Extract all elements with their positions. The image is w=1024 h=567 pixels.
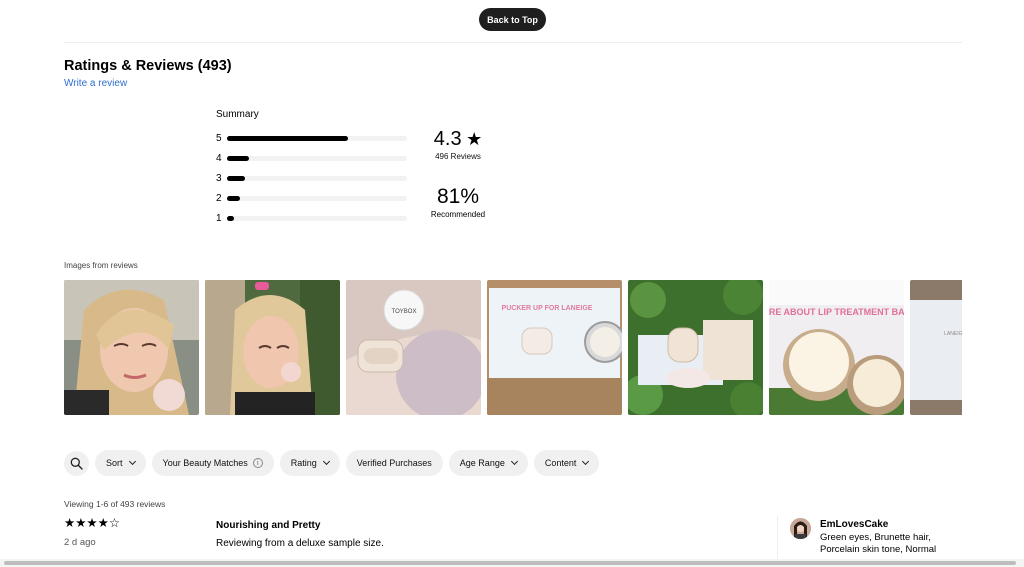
svg-text:LANEIGE: LANEIGE bbox=[944, 331, 962, 337]
recommended-block: 81% Recommended bbox=[416, 185, 500, 219]
rating-bar-track bbox=[227, 195, 407, 201]
chevron-down-icon bbox=[322, 457, 330, 466]
recommended-percent: 81% bbox=[436, 185, 480, 208]
rating-bar-fill bbox=[227, 155, 249, 161]
filter-chip-rating[interactable]: Rating bbox=[279, 450, 340, 476]
filter-chip-label: Content bbox=[544, 458, 577, 468]
header-divider bbox=[64, 42, 962, 43]
rating-bar-row[interactable]: 2 bbox=[216, 188, 411, 208]
review-count: 496 Reviews bbox=[435, 152, 481, 161]
rating-bar-fill bbox=[227, 215, 235, 221]
back-to-top-button[interactable]: Back to Top bbox=[479, 8, 546, 31]
ratings-reviews-title: Ratings & Reviews (493) bbox=[64, 58, 232, 74]
chevron-down-icon bbox=[128, 457, 136, 466]
reviewer-name[interactable]: EmLovesCake bbox=[820, 519, 888, 530]
filter-chip-your-beauty-matches[interactable]: Your Beauty Matches i bbox=[151, 450, 274, 476]
rating-bar-star-label: 2 bbox=[216, 192, 222, 204]
search-icon bbox=[70, 457, 83, 470]
review-date: 2 d ago bbox=[64, 537, 96, 548]
review-image-carousel: TOYBOX PUCKER UP FOR LANEIGE MORE ABOUT … bbox=[64, 280, 962, 415]
review-image-thumbnail[interactable]: TOYBOX bbox=[346, 280, 481, 415]
rating-distribution: 5 4 3 2 1 bbox=[216, 128, 411, 228]
rating-bar-row[interactable]: 4 bbox=[216, 148, 411, 168]
summary-label: Summary bbox=[216, 109, 259, 120]
rating-bar-track bbox=[227, 155, 407, 161]
images-from-reviews-label: Images from reviews bbox=[64, 261, 138, 270]
chevron-down-icon bbox=[510, 457, 518, 466]
rating-bar-star-label: 4 bbox=[216, 152, 222, 164]
rating-bar-star-label: 5 bbox=[216, 132, 222, 144]
rating-bar-row[interactable]: 1 bbox=[216, 208, 411, 228]
rating-bar-row[interactable]: 3 bbox=[216, 168, 411, 188]
review-image-thumbnail[interactable]: LANEIGE bbox=[910, 280, 962, 415]
filter-chip-label: Your Beauty Matches bbox=[162, 458, 248, 468]
review-star-rating: ★★★★☆ bbox=[64, 516, 121, 530]
review-body: Reviewing from a deluxe sample size. bbox=[216, 538, 384, 549]
svg-text:TOYBOX: TOYBOX bbox=[392, 309, 417, 315]
review-image-thumbnail[interactable]: MORE ABOUT LIP TREATMENT BALM bbox=[769, 280, 904, 415]
svg-text:PUCKER UP FOR LANEIGE: PUCKER UP FOR LANEIGE bbox=[502, 305, 593, 312]
chevron-down-icon bbox=[582, 457, 590, 466]
filter-chip-sort[interactable]: Sort bbox=[95, 450, 146, 476]
average-rating-value: 4.3 bbox=[433, 128, 462, 150]
filter-chip-verified-purchases[interactable]: Verified Purchases bbox=[345, 450, 443, 476]
star-icon: ★ bbox=[466, 129, 483, 149]
filter-chip-label: Verified Purchases bbox=[356, 458, 432, 468]
rating-bar-fill bbox=[227, 195, 240, 201]
recommended-label: Recommended bbox=[430, 210, 486, 219]
info-icon[interactable]: i bbox=[252, 458, 263, 468]
review-image-thumbnail[interactable]: PUCKER UP FOR LANEIGE bbox=[487, 280, 622, 415]
svg-text:MORE ABOUT LIP TREATMENT BALM: MORE ABOUT LIP TREATMENT BALM bbox=[769, 307, 904, 317]
review-title: Nourishing and Pretty bbox=[216, 520, 321, 531]
write-review-link[interactable]: Write a review bbox=[64, 78, 127, 89]
filter-chip-label: Sort bbox=[106, 458, 123, 468]
rating-bar-star-label: 1 bbox=[216, 212, 222, 224]
horizontal-scrollbar-thumb[interactable] bbox=[4, 561, 1016, 565]
rating-bar-fill bbox=[227, 135, 348, 141]
rating-bar-track bbox=[227, 215, 407, 221]
average-rating: 4.3 ★ 496 Reviews bbox=[416, 128, 500, 161]
review-filter-bar: Sort Your Beauty Matches i Rating Verified P… bbox=[64, 450, 600, 476]
rating-bar-track bbox=[227, 135, 407, 141]
review-image-thumbnail[interactable] bbox=[628, 280, 763, 415]
search-reviews-button[interactable] bbox=[64, 450, 89, 476]
rating-bar-fill bbox=[227, 175, 245, 181]
review-image-thumbnail[interactable] bbox=[64, 280, 199, 415]
reviewer-attributes: Green eyes, Brunette hair, Porcelain ski… bbox=[820, 532, 937, 555]
rating-bar-track bbox=[227, 175, 407, 181]
filter-chip-label: Rating bbox=[290, 458, 317, 468]
filter-chip-label: Age Range bbox=[459, 458, 505, 468]
rating-bar-row[interactable]: 5 bbox=[216, 128, 411, 148]
filter-chip-age-range[interactable]: Age Range bbox=[448, 450, 528, 476]
rating-bar-star-label: 3 bbox=[216, 172, 222, 184]
avatar bbox=[790, 518, 811, 539]
filter-chip-content[interactable]: Content bbox=[533, 450, 600, 476]
review-image-thumbnail[interactable] bbox=[205, 280, 340, 415]
horizontal-scrollbar[interactable] bbox=[0, 559, 1024, 567]
viewing-count: Viewing 1-6 of 493 reviews bbox=[64, 499, 166, 509]
